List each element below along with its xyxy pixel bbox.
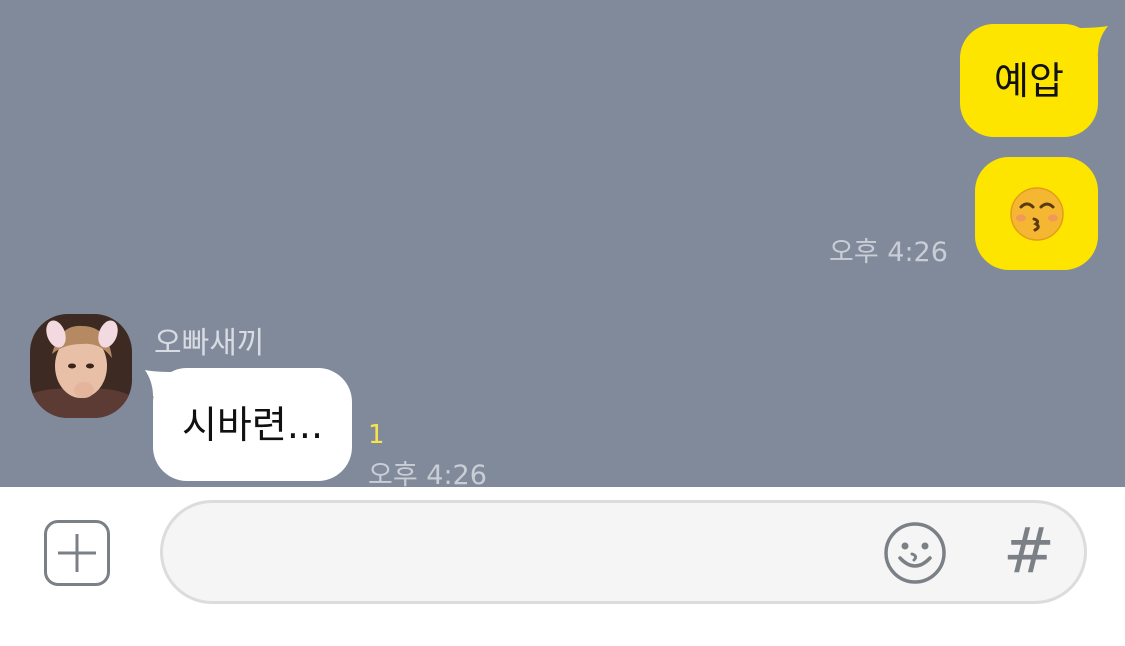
- avatar[interactable]: [30, 314, 132, 418]
- unread-count: 1: [368, 420, 385, 450]
- chat-area[interactable]: 예압 오후 4:26 오빠새끼 시바련... 1 오후 4:26: [0, 0, 1125, 491]
- sender-name: 오빠새끼: [154, 326, 265, 361]
- smiley-icon[interactable]: [882, 520, 948, 586]
- message-text: 예압: [994, 58, 1064, 103]
- profile-photo: [30, 314, 132, 418]
- bubble-tail: [1076, 26, 1108, 54]
- my-emoji-bubble[interactable]: [975, 157, 1098, 270]
- message-text: 시바련...: [181, 402, 324, 447]
- plus-square-icon[interactable]: [44, 520, 110, 586]
- kissing-face-icon: [1009, 186, 1064, 241]
- their-message-bubble[interactable]: 시바련...: [153, 368, 352, 481]
- hash-icon[interactable]: #: [1003, 518, 1055, 584]
- message-time: 오후 4:26: [829, 237, 948, 268]
